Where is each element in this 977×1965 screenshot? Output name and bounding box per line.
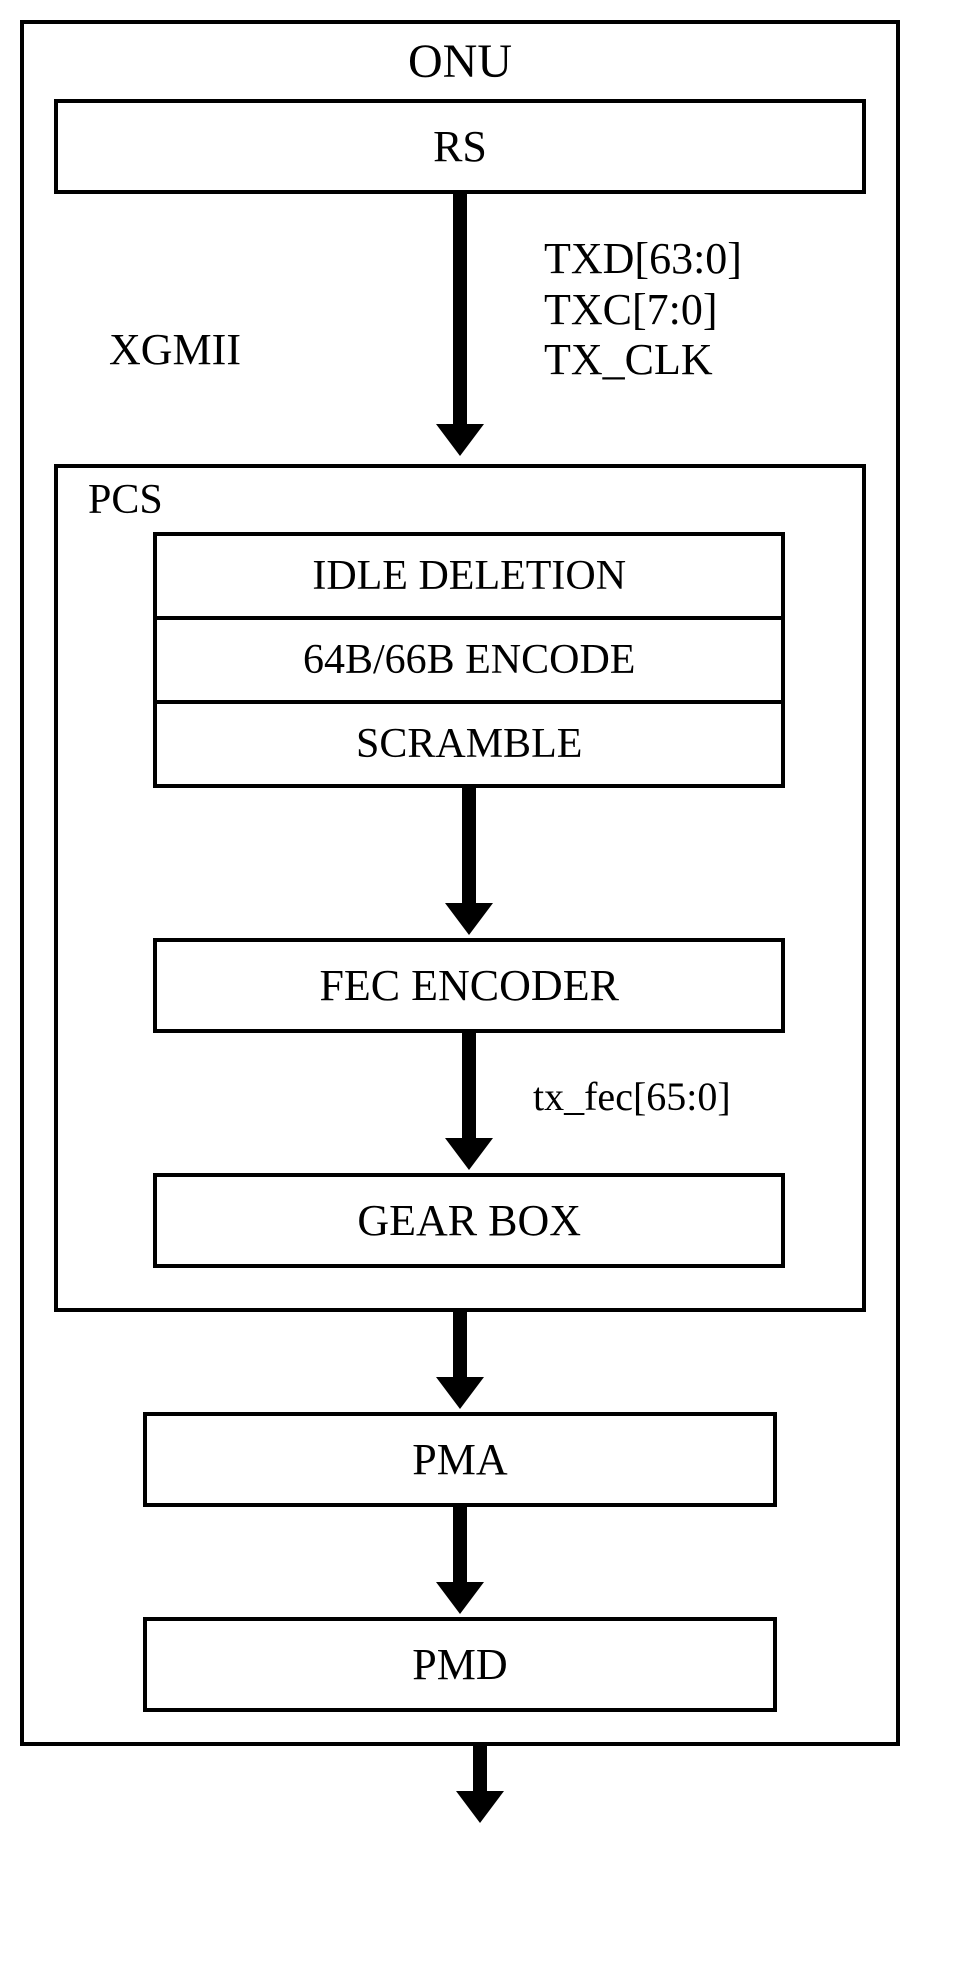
pma-block: PMA — [143, 1412, 776, 1507]
pcs-stack: IDLE DELETION 64B/66B ENCODE SCRAMBLE — [153, 532, 785, 788]
pma-label: PMA — [412, 1435, 507, 1484]
idle-deletion-block: IDLE DELETION — [157, 536, 781, 620]
xgmii-signals: TXD[63:0] TXC[7:0] TX_CLK — [544, 234, 742, 386]
arrow-fec-to-gearbox — [445, 1033, 493, 1170]
arrow-pmd-out — [456, 1746, 504, 1823]
onu-title: ONU — [54, 34, 866, 89]
rs-block: RS — [54, 99, 866, 194]
gearbox-label: GEAR BOX — [357, 1196, 581, 1245]
arrow-pma-to-pmd — [436, 1507, 484, 1614]
rs-label: RS — [433, 122, 487, 171]
gearbox-block: GEAR BOX — [153, 1173, 785, 1268]
xgmii-connection: XGMII TXD[63:0] TXC[7:0] TX_CLK — [54, 194, 866, 464]
fec-encoder-label: FEC ENCODER — [319, 961, 618, 1010]
txc-signal: TXC[7:0] — [544, 285, 742, 336]
arrow-stack-to-fec — [445, 788, 493, 935]
pcs-label: PCS — [88, 476, 832, 524]
pmd-block: PMD — [143, 1617, 776, 1712]
fec-encoder-block: FEC ENCODER — [153, 938, 785, 1033]
pmd-label: PMD — [412, 1640, 507, 1689]
arrow-pcs-to-pma — [436, 1312, 484, 1409]
tx-fec-label: tx_fec[65:0] — [533, 1073, 731, 1120]
txd-signal: TXD[63:0] — [544, 234, 742, 285]
arrow-rs-to-pcs — [436, 194, 484, 456]
scramble-block: SCRAMBLE — [157, 704, 781, 784]
onu-container: ONU RS XGMII TXD[63:0] TXC[7:0] TX_CLK P… — [20, 20, 900, 1746]
encode-block: 64B/66B ENCODE — [157, 620, 781, 704]
txclk-signal: TX_CLK — [544, 335, 742, 386]
pcs-container: PCS IDLE DELETION 64B/66B ENCODE SCRAMBL… — [54, 464, 866, 1312]
